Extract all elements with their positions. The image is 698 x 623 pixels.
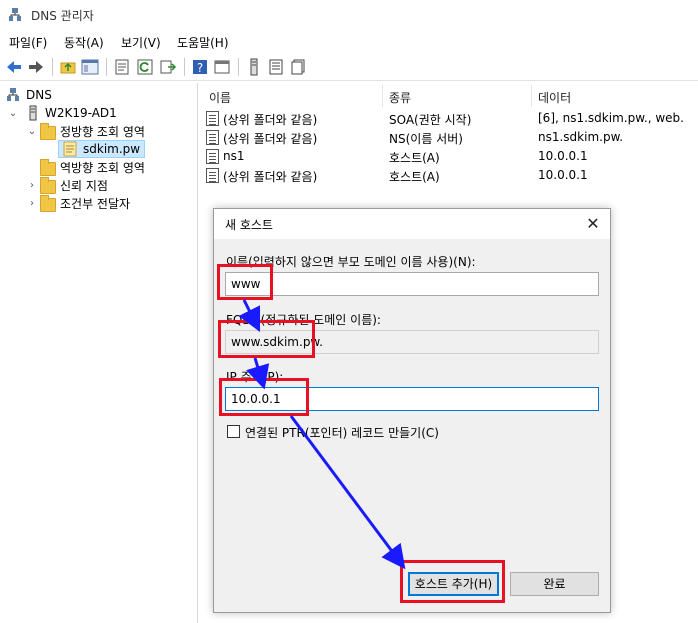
arrow-fqdn-to-ip <box>246 357 270 390</box>
arrow-ip-to-add-button <box>289 415 406 570</box>
arrow-name-to-fqdn <box>238 299 261 333</box>
annotation-arrows <box>238 299 406 570</box>
